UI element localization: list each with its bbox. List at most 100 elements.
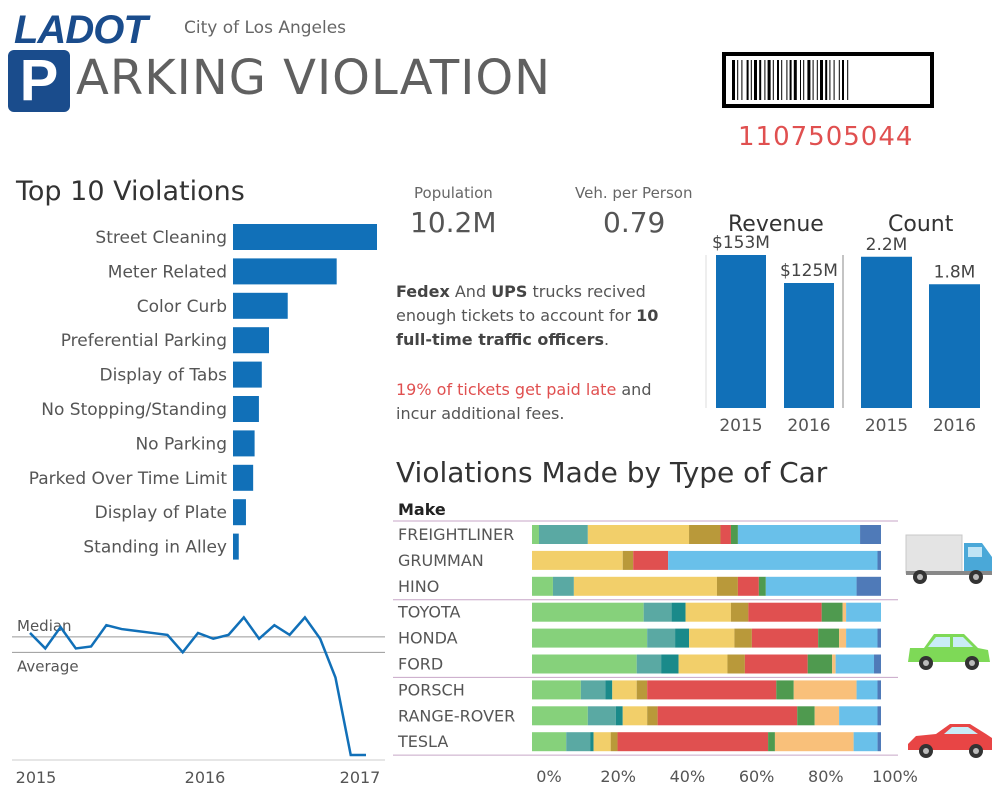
violation-bar — [233, 464, 254, 491]
violation-share-segment — [758, 576, 766, 596]
violation-share-segment — [818, 628, 840, 648]
violation-share-segment — [853, 732, 878, 752]
violation-share-segment — [685, 602, 731, 622]
violation-share-segment — [877, 732, 881, 752]
violation-share-segment — [532, 654, 637, 674]
violation-share-segment — [807, 654, 833, 674]
trend-tick-label: 2016 — [185, 768, 226, 787]
violation-share-segment — [839, 706, 878, 726]
bar-value-label: 2.2M — [866, 235, 908, 255]
percent-tick-label: 80% — [808, 767, 844, 786]
violation-label: No Stopping/Standing — [41, 400, 227, 420]
violation-bar — [233, 224, 377, 250]
make-label: RANGE-ROVER — [398, 706, 515, 725]
make-label: TESLA — [397, 732, 448, 751]
violation-share-segment — [774, 732, 854, 752]
violation-share-segment — [877, 706, 881, 726]
trend-series-line — [29, 615, 366, 757]
violation-share-segment — [748, 602, 822, 622]
violation-share-segment — [689, 628, 735, 648]
violation-share-segment — [737, 525, 861, 544]
violation-share-segment — [835, 654, 875, 674]
violation-share-segment — [532, 576, 553, 596]
average-label: Average — [17, 657, 79, 675]
violation-label: Meter Related — [108, 262, 227, 282]
violation-share-segment — [612, 680, 637, 700]
violation-bar — [233, 430, 255, 457]
violation-share-segment — [566, 732, 591, 752]
violation-share-segment — [814, 706, 840, 726]
year-label: 2016 — [933, 416, 976, 436]
make-label: HONDA — [398, 629, 458, 648]
violation-share-segment — [532, 602, 644, 622]
violation-share-segment — [636, 654, 662, 674]
bar-value-label: $153M — [712, 233, 770, 253]
violation-share-segment — [532, 680, 581, 700]
violation-bar — [233, 533, 239, 560]
year-label: 2016 — [787, 416, 830, 436]
violation-share-segment — [877, 680, 881, 700]
make-label: HINO — [398, 577, 439, 596]
violation-share-segment — [657, 706, 798, 726]
violation-share-segment — [846, 628, 878, 648]
violation-share-segment — [661, 654, 679, 674]
violation-share-segment — [678, 654, 728, 674]
violation-label: Preferential Parking — [61, 331, 227, 351]
violation-share-segment — [633, 550, 669, 570]
violation-share-segment — [622, 550, 634, 570]
violation-share-segment — [538, 525, 588, 544]
violation-share-segment — [590, 732, 594, 752]
percent-tick-label: 100% — [872, 767, 918, 786]
violation-label: Color Curb — [137, 297, 227, 317]
violation-share-segment — [832, 654, 836, 674]
year-bar — [784, 283, 834, 408]
violation-share-segment — [532, 706, 588, 726]
violation-share-segment — [647, 706, 658, 726]
violation-share-segment — [615, 706, 623, 726]
year-label: 2015 — [719, 416, 762, 436]
violation-share-segment — [727, 654, 745, 674]
bar-value-label: $125M — [780, 261, 838, 281]
violation-share-segment — [647, 628, 676, 648]
truck-icon — [905, 534, 992, 584]
violation-bar — [233, 396, 259, 422]
violation-share-segment — [839, 628, 847, 648]
violation-share-segment — [860, 525, 881, 544]
violation-share-segment — [856, 680, 878, 700]
violation-share-segment — [675, 628, 690, 648]
violation-share-segment — [877, 628, 881, 648]
percent-tick-label: 20% — [600, 767, 636, 786]
make-label: GRUMMAN — [398, 551, 484, 570]
violation-share-segment — [793, 680, 857, 700]
violation-share-segment — [730, 602, 749, 622]
violation-share-segment — [877, 550, 881, 570]
violation-share-segment — [821, 602, 843, 622]
violation-label: Display of Tabs — [100, 366, 228, 386]
violation-bar — [233, 292, 288, 319]
violation-share-segment — [765, 576, 857, 596]
violation-bar — [233, 327, 269, 354]
year-bar — [716, 255, 766, 408]
bar-value-label: 1.8M — [934, 262, 976, 282]
violation-label: Standing in Alley — [83, 538, 227, 558]
violation-share-segment — [856, 576, 881, 596]
violation-label: No Parking — [135, 434, 227, 454]
violation-share-segment — [552, 576, 574, 596]
violation-share-segment — [689, 525, 721, 544]
violation-share-segment — [797, 706, 815, 726]
top10-chart: Street Cleaning Meter Related Color Curb Pr… — [29, 224, 377, 560]
violation-share-segment — [734, 628, 752, 648]
types-chart: FREIGHTLINER GRUMMAN HINO TOYOTA HONDA FORD PO… — [393, 520, 918, 786]
red-sports-car-icon — [908, 724, 992, 758]
violation-share-segment — [842, 602, 847, 622]
violation-share-segment — [622, 706, 648, 726]
year-label: 2015 — [865, 416, 908, 436]
violation-share-segment — [668, 550, 878, 570]
violation-share-segment — [617, 732, 769, 752]
violation-share-segment — [580, 680, 606, 700]
violation-share-segment — [751, 628, 819, 648]
vehicle-icons — [905, 534, 992, 758]
violation-share-segment — [647, 680, 777, 700]
year-bar — [861, 256, 912, 408]
make-label: FREIGHTLINER — [398, 525, 514, 544]
